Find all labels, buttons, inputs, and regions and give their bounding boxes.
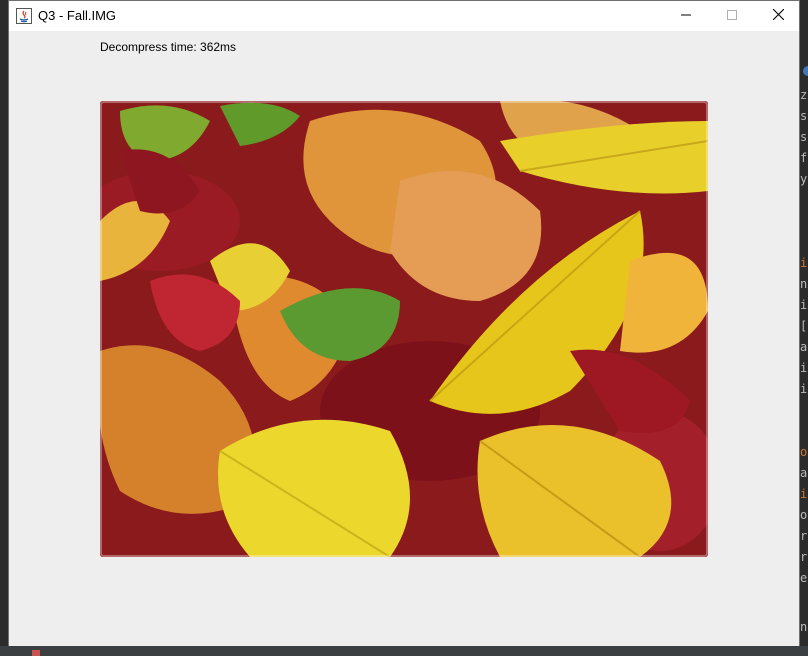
editor-char: r [800, 550, 808, 564]
minimize-icon [681, 7, 691, 25]
editor-char: s [800, 130, 808, 144]
editor-char: i [800, 487, 808, 501]
window-title: Q3 - Fall.IMG [38, 8, 117, 23]
window-content: Decompress time: 362ms [9, 31, 799, 646]
title-bar[interactable]: Q3 - Fall.IMG [9, 1, 799, 31]
editor-char: e [800, 571, 808, 585]
editor-char: i [800, 298, 808, 312]
editor-char: i [800, 361, 808, 375]
background-editor: z s s f y i n i [ a i i o a i o r r e n [800, 0, 808, 656]
minimize-button[interactable] [663, 1, 709, 31]
background-editor-left-gutter [0, 0, 8, 656]
autumn-leaves-image [100, 101, 708, 557]
editor-indicator-icon [803, 66, 808, 76]
java-icon [16, 8, 32, 24]
editor-char: i [800, 256, 808, 270]
editor-char: s [800, 109, 808, 123]
close-icon [772, 7, 784, 25]
editor-char: i [800, 382, 808, 396]
background-taskbar-strip [0, 646, 808, 656]
editor-char: r [800, 529, 808, 543]
maximize-icon [727, 7, 737, 25]
error-marker-icon [32, 650, 40, 656]
editor-char: f [800, 151, 808, 165]
decompress-time-label: Decompress time: 362ms [100, 40, 237, 54]
close-button[interactable] [755, 1, 801, 31]
editor-char: o [800, 445, 808, 459]
editor-char: z [800, 88, 808, 102]
editor-char: [ [800, 319, 808, 333]
app-window: Q3 - Fall.IMG Decompress time: 362ms [8, 0, 800, 646]
editor-char: n [800, 277, 808, 291]
editor-char: a [800, 466, 808, 480]
editor-char: o [800, 508, 808, 522]
editor-char: y [800, 172, 808, 186]
maximize-button[interactable] [709, 1, 755, 31]
editor-char: a [800, 340, 808, 354]
editor-char: n [800, 620, 808, 634]
